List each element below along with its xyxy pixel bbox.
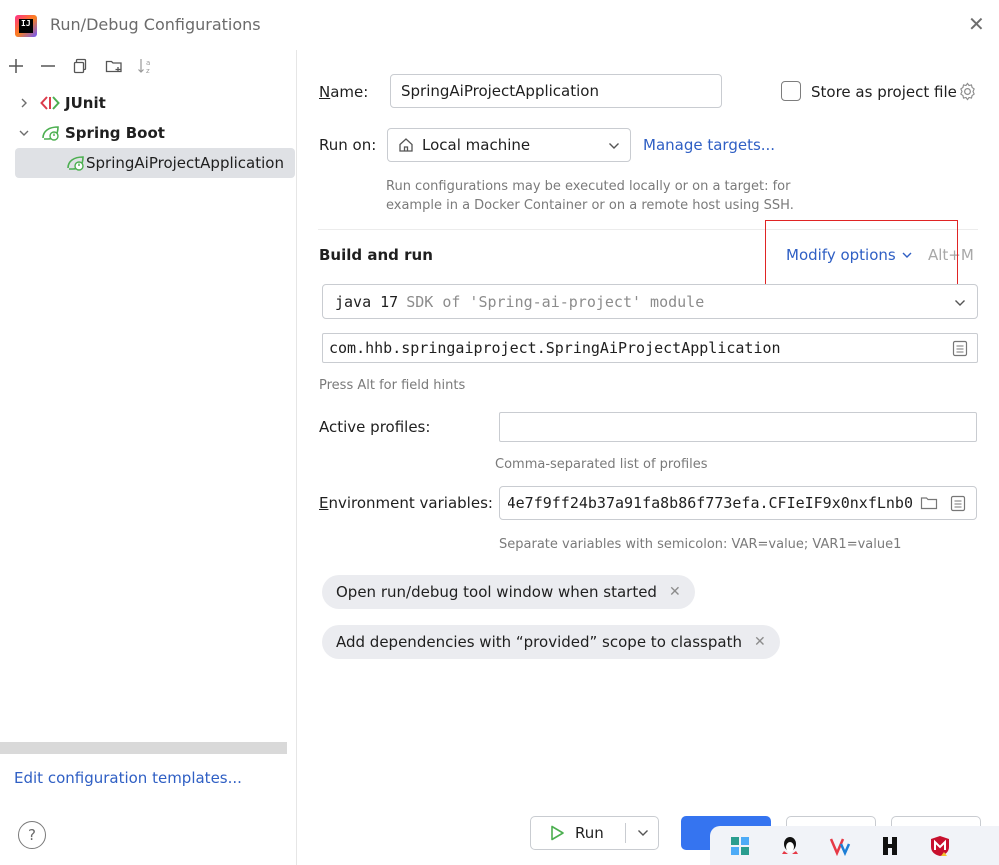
store-as-project-file-checkbox[interactable] [781, 81, 801, 101]
tree-item-spring-boot[interactable]: Spring Boot [0, 118, 297, 148]
close-icon[interactable]: ✕ [968, 14, 985, 34]
remove-option-icon[interactable]: ✕ [669, 584, 681, 600]
name-label-mnemonic: N [319, 83, 331, 101]
main-class-input[interactable]: com.hhb.springaiproject.SpringAiProjectA… [322, 333, 978, 363]
horizontal-scrollbar[interactable] [0, 742, 287, 754]
help-button[interactable]: ? [18, 821, 46, 849]
app-icon-text: IJ [21, 19, 31, 28]
name-input-value: SpringAiProjectApplication [401, 82, 599, 100]
build-and-run-heading: Build and run [319, 246, 433, 264]
option-chip-provided-scope: Add dependencies with “provided” scope t… [322, 625, 780, 659]
qq-penguin-icon[interactable] [778, 834, 802, 858]
run-on-label: Run on: [319, 136, 377, 154]
window-title: Run/Debug Configurations [50, 15, 261, 34]
spring-boot-icon [40, 124, 62, 146]
tree-label-spring-boot: Spring Boot [65, 124, 165, 142]
chip-label: Add dependencies with “provided” scope t… [336, 633, 742, 651]
app-grid-icon[interactable] [728, 834, 752, 858]
browse-list-icon[interactable] [950, 495, 966, 512]
name-input[interactable]: SpringAiProjectApplication [390, 74, 722, 108]
tree-item-spring-ai-project-application[interactable]: SpringAiProjectApplication [15, 148, 295, 178]
main-class-value: com.hhb.springaiproject.SpringAiProjectA… [329, 339, 781, 357]
run-split-button: Run [530, 816, 659, 850]
mcafee-shield-icon[interactable] [928, 834, 952, 858]
edit-configuration-templates-link[interactable]: Edit configuration templates... [14, 769, 242, 787]
play-icon [549, 825, 565, 841]
field-hints-text: Press Alt for field hints [319, 378, 466, 393]
environment-variables-hint: Separate variables with semicolon: VAR=v… [499, 537, 902, 552]
remove-option-icon[interactable]: ✕ [754, 634, 766, 650]
add-icon[interactable] [5, 55, 27, 77]
tree-label-junit: JUnit [65, 94, 106, 112]
run-options-dropdown[interactable] [626, 817, 659, 849]
junit-icon [40, 95, 60, 115]
environment-variables-value: 4e7f9ff24b37a91fa8b86f773efa.CFIeIF9x0nx… [508, 494, 913, 512]
title-bar: IJ Run/Debug Configurations ✕ [0, 0, 999, 50]
svg-text:a: a [146, 59, 150, 67]
remove-icon[interactable] [37, 55, 59, 77]
run-on-value: Local machine [422, 136, 531, 154]
intellij-logo-icon: IJ [15, 15, 37, 37]
configurations-sidebar: az JUnit Spring Boot SpringAiProjectAppl… [0, 50, 297, 865]
tree-label-application: SpringAiProjectApplication [86, 154, 284, 172]
copy-icon[interactable] [69, 55, 91, 77]
name-label: Name: [319, 83, 368, 101]
option-chip-open-tool-window: Open run/debug tool window when started … [322, 575, 695, 609]
name-label-text: ame: [330, 83, 369, 101]
folder-icon[interactable] [920, 495, 938, 511]
chevron-right-icon[interactable] [17, 96, 31, 110]
chevron-down-icon [608, 140, 620, 152]
chevron-down-icon [637, 830, 648, 836]
chip-label: Open run/debug tool window when started [336, 583, 657, 601]
help-icon: ? [28, 826, 36, 844]
run-button-label: Run [575, 824, 604, 842]
manage-targets-link[interactable]: Manage targets... [643, 136, 775, 154]
new-folder-icon[interactable] [103, 55, 125, 77]
tree-item-junit[interactable]: JUnit [0, 88, 297, 118]
active-profiles-hint: Comma-separated list of profiles [495, 457, 708, 472]
svg-text:z: z [146, 67, 150, 75]
vmware-icon[interactable] [828, 834, 852, 858]
sidebar-toolbar: az [0, 50, 297, 84]
sort-alphabetically-icon[interactable]: az [135, 55, 157, 77]
run-on-hint-line-2: example in a Docker Container or on a re… [386, 198, 794, 213]
highlight-annotation-box [765, 220, 958, 290]
run-on-select[interactable]: Local machine [387, 128, 631, 162]
run-on-hint-line-1: Run configurations may be executed local… [386, 179, 791, 194]
chevron-down-icon [954, 297, 966, 309]
sdk-value: java 17 [335, 292, 399, 311]
environment-variables-label: Environment variables: [319, 494, 493, 512]
home-icon [398, 137, 414, 153]
environment-variables-input[interactable]: 4e7f9ff24b37a91fa8b86f773efa.CFIeIF9x0nx… [499, 486, 977, 520]
sdk-select[interactable]: java 17 SDK of 'Spring-ai-project' modul… [322, 284, 978, 319]
spring-boot-app-icon [65, 154, 87, 176]
active-profiles-label: Active profiles: [319, 418, 431, 436]
browse-list-icon[interactable] [952, 340, 968, 357]
app-tray-icon[interactable] [878, 834, 902, 858]
run-button[interactable]: Run [531, 817, 625, 849]
taskbar-tray [710, 826, 999, 865]
store-as-project-file-label: Store as project file [811, 83, 957, 101]
sdk-description: SDK of 'Spring-ai-project' module [406, 292, 705, 311]
env-label-text: nvironment variables: [328, 494, 493, 512]
chevron-down-icon[interactable] [17, 126, 31, 140]
active-profiles-input[interactable] [499, 412, 977, 442]
gear-icon[interactable] [958, 82, 977, 105]
